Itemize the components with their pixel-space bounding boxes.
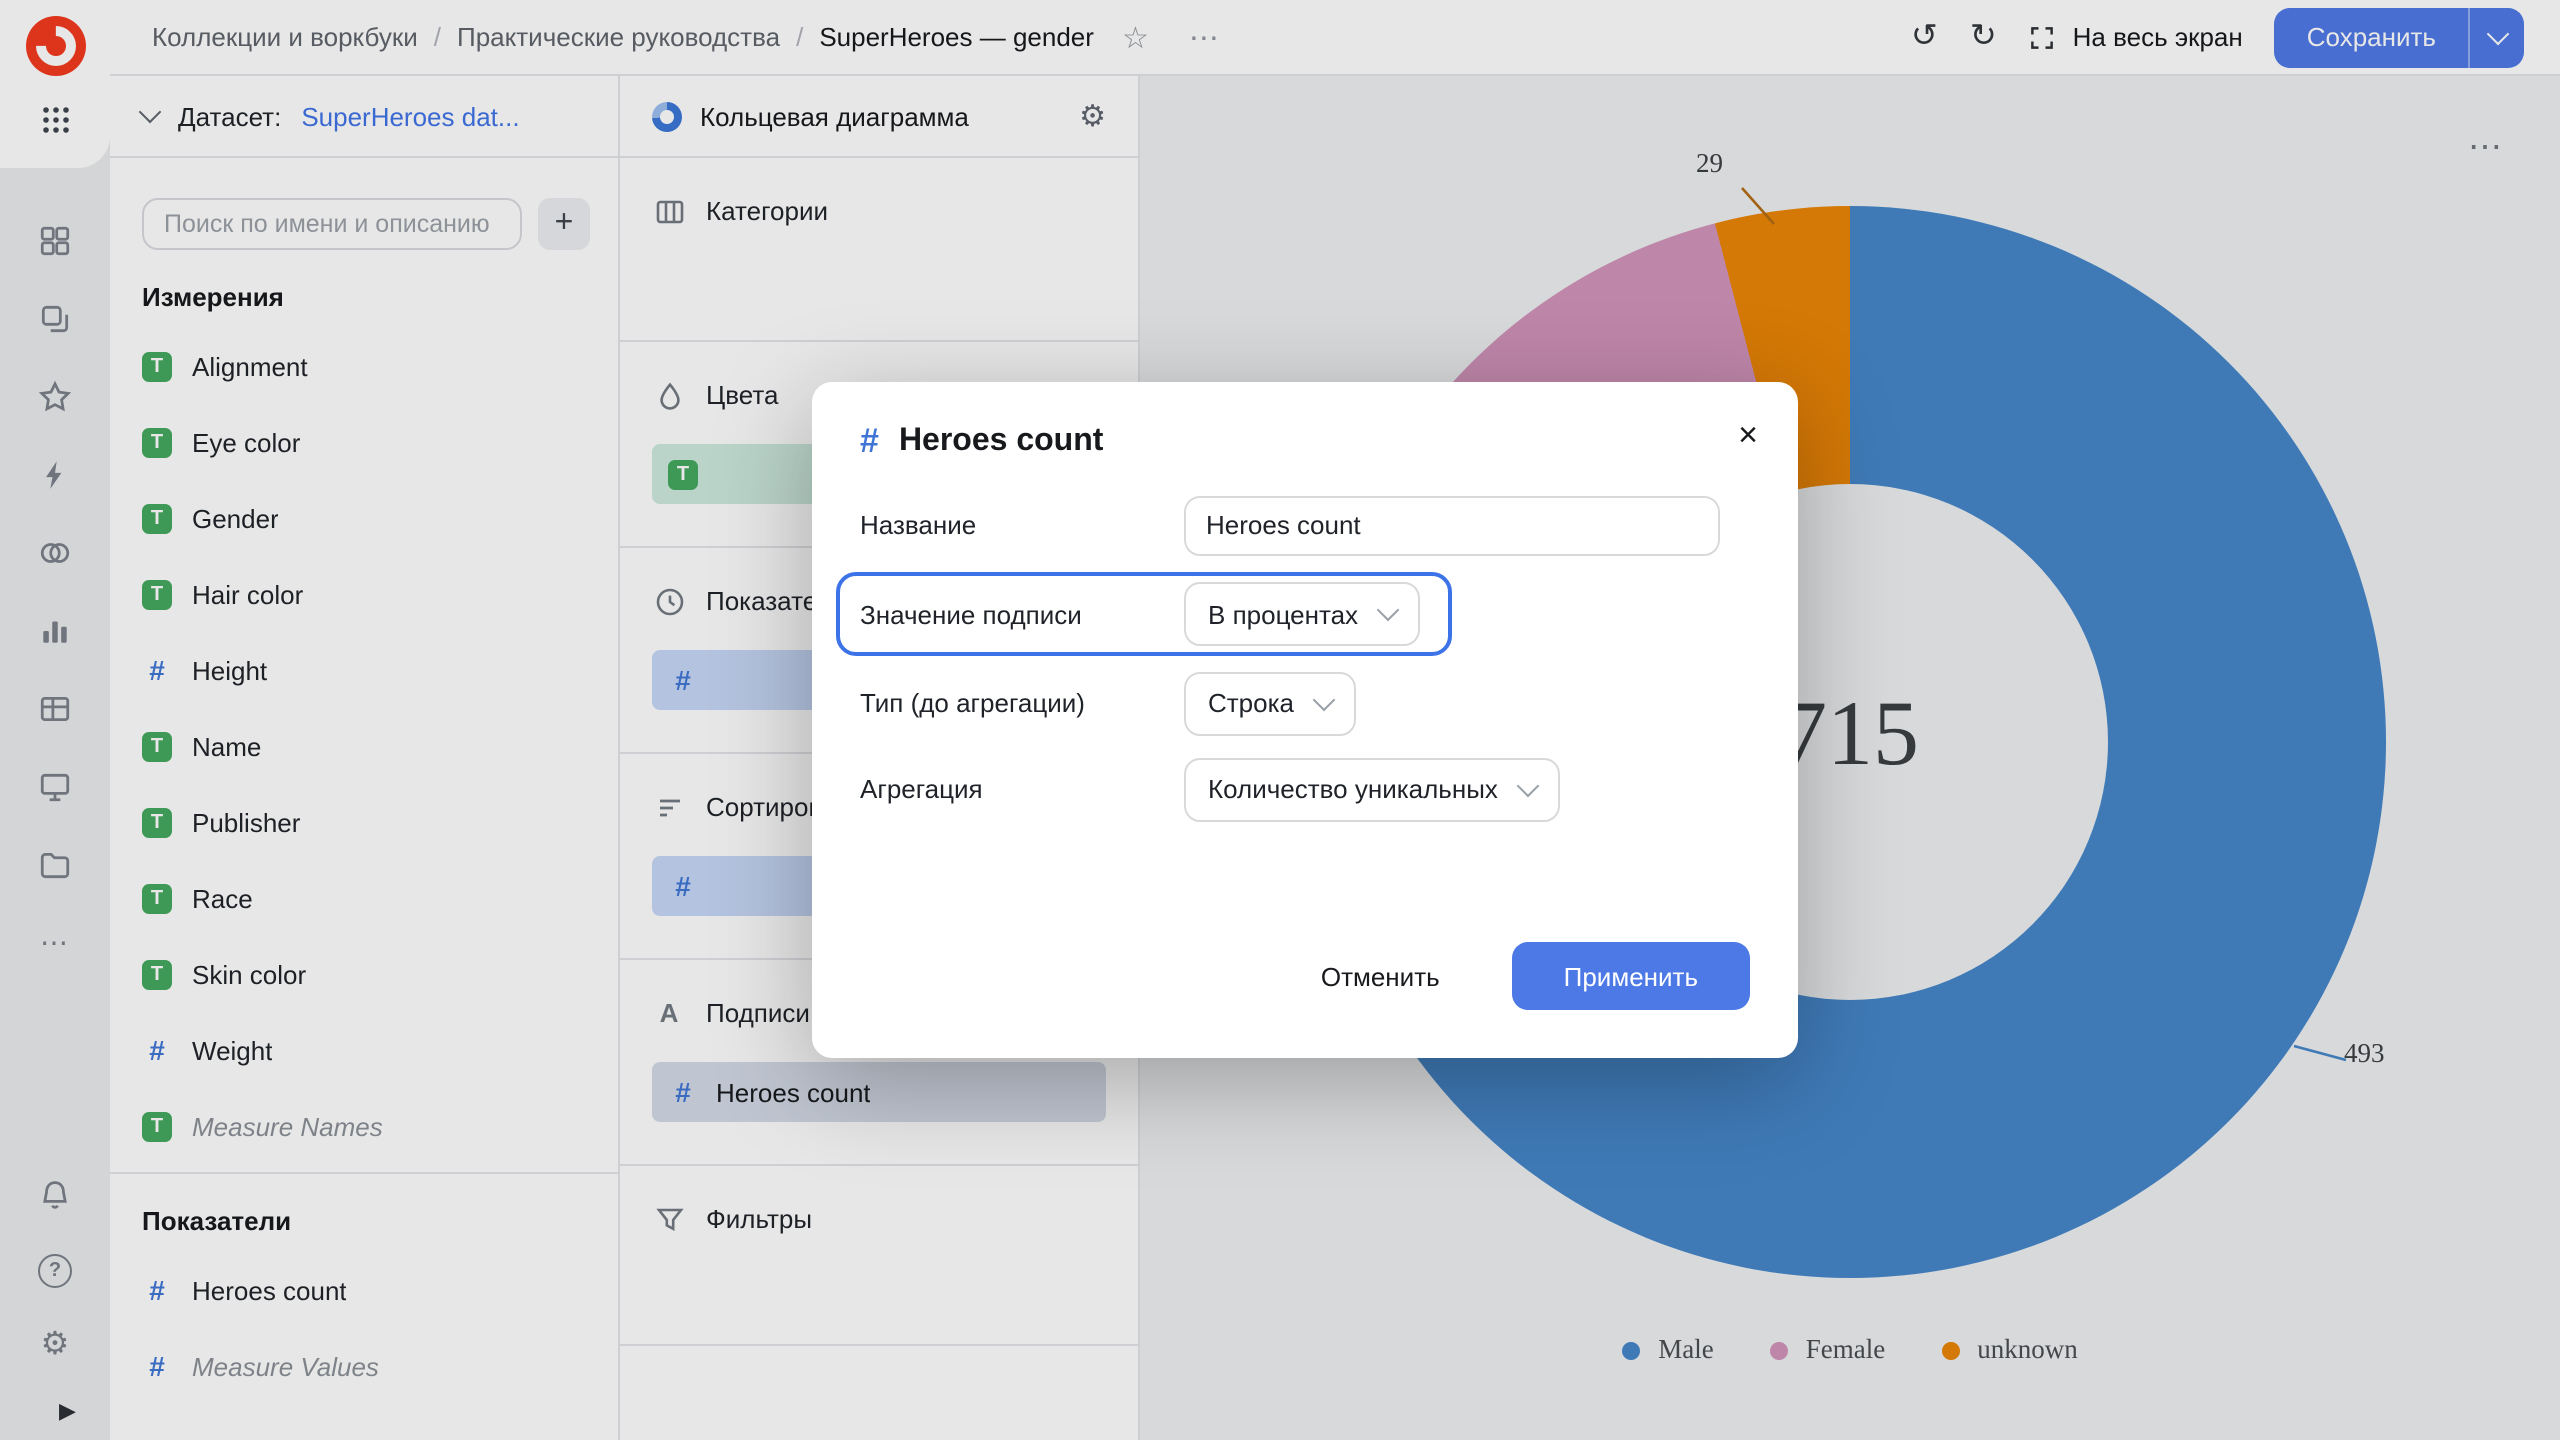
row-label-value: Значение подписи В процентах — [836, 572, 1452, 656]
row-label: Значение подписи — [860, 599, 1184, 629]
number-field-icon: # — [860, 422, 879, 462]
modal-header: # Heroes count — [812, 382, 1798, 470]
select-value: Строка — [1208, 688, 1294, 718]
apply-button[interactable]: Применить — [1512, 942, 1750, 1010]
chevron-down-icon — [1517, 774, 1540, 797]
aggregation-select[interactable]: Количество уникальных — [1184, 757, 1560, 821]
select-value: В процентах — [1208, 599, 1358, 629]
modal-title: Heroes count — [899, 424, 1104, 460]
label-value-select[interactable]: В процентах — [1184, 582, 1420, 646]
chevron-down-icon — [1377, 599, 1400, 622]
row-aggregation: Агрегация Количество уникальных — [860, 746, 1750, 832]
select-value: Количество уникальных — [1208, 774, 1498, 804]
modal-footer: Отменить Применить — [812, 942, 1798, 1058]
close-icon[interactable]: × — [1738, 418, 1758, 452]
row-label: Тип (до агрегации) — [860, 688, 1184, 718]
type-select[interactable]: Строка — [1184, 671, 1356, 735]
row-label: Агрегация — [860, 774, 1184, 804]
cancel-button[interactable]: Отменить — [1277, 942, 1484, 1010]
app-window: ⋯ ? ⚙ ▶ Коллекции и воркбуки / Практичес… — [0, 0, 2560, 1440]
row-name: Название — [860, 482, 1750, 568]
field-settings-dialog: # Heroes count × Название Значение подпи… — [812, 382, 1798, 1058]
row-type: Тип (до агрегации) Строка — [860, 660, 1750, 746]
chevron-down-icon — [1313, 688, 1336, 711]
field-name-input[interactable] — [1184, 495, 1720, 555]
modal-body: Название Значение подписи В процентах Ти… — [812, 470, 1798, 832]
row-label: Название — [860, 510, 1184, 540]
